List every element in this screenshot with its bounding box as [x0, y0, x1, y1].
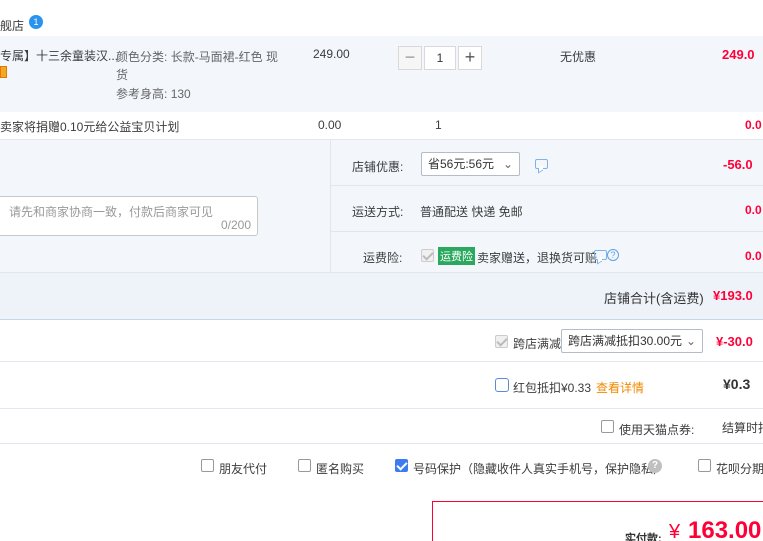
sku-color-value: 长款-马面裙-红色 现 — [170, 50, 279, 64]
redpacket-details-link[interactable]: 查看详情 — [596, 379, 644, 396]
shop-name[interactable]: 舰店 — [0, 17, 24, 34]
chevron-down-icon: ⌄ — [502, 157, 513, 171]
message-placeholder: 请先和商家协商一致，付款后商家可见 — [9, 205, 214, 219]
shop-total-value: ¥193.0 — [713, 288, 753, 303]
divider — [330, 140, 331, 272]
quantity-input[interactable]: 1 — [424, 46, 456, 70]
cross-store-select[interactable]: 跨店满减抵扣30.00元 ⌄ — [561, 329, 703, 353]
tmall-points-note: 结算时扣 — [722, 421, 763, 435]
shipping-amount: 0.0 — [745, 203, 762, 217]
chevron-down-icon: ⌄ — [685, 334, 696, 348]
divider — [0, 408, 763, 409]
cross-store-value: 跨店满减抵扣30.00元 — [568, 334, 683, 348]
sku-height-value: 130 — [170, 87, 191, 101]
item-price: 249.00 — [313, 47, 350, 61]
insurance-tag: 运费险 — [438, 247, 475, 265]
insurance-text: 卖家赠送，退换货可赔 — [477, 251, 598, 265]
shipping-label: 运送方式: — [352, 205, 404, 219]
divider — [330, 185, 763, 186]
quantity-plus-button[interactable]: + — [458, 46, 482, 70]
help-icon[interactable]: ? — [607, 249, 619, 261]
currency-symbol: ¥ — [669, 521, 681, 541]
help-icon[interactable]: ? — [648, 459, 662, 473]
cross-store-checkbox — [495, 335, 508, 348]
charity-subtotal: 0.0 — [745, 118, 762, 132]
shop-total-label: 店铺合计(含运费) — [604, 291, 704, 306]
payment-label: 实付款: — [625, 533, 662, 541]
quantity-minus-button[interactable]: − — [398, 46, 422, 70]
divider — [0, 272, 763, 273]
divider — [0, 319, 763, 320]
shipping-value: 普通配送 快递 免邮 — [420, 205, 523, 219]
shop-chat-badge[interactable]: 1 — [29, 15, 43, 29]
tmall-points-label: 使用天猫点券: — [619, 423, 695, 437]
anonymous-label[interactable]: 匿名购买 — [316, 460, 364, 477]
number-protect-label[interactable]: 号码保护（隐藏收件人真实手机号，保护隐私） — [413, 460, 665, 477]
shop-discount-select[interactable]: 省56元:56元 ⌄ — [421, 152, 520, 176]
divider — [330, 231, 763, 232]
sku-color-cont: 货 — [116, 68, 129, 82]
charity-quantity: 1 — [435, 118, 442, 132]
cross-store-label: 跨店满减 — [513, 337, 562, 351]
huabei-checkbox[interactable] — [698, 459, 711, 472]
huabei-label[interactable]: 花呗分期 — [716, 460, 763, 477]
payment-summary: 实付款: ¥ 163.00 — [432, 501, 763, 541]
tmall-icon — [0, 66, 7, 78]
anonymous-checkbox[interactable] — [298, 459, 311, 472]
item-subtotal: 249.0 — [722, 47, 755, 62]
shop-discount-amount: -56.0 — [723, 157, 753, 172]
friend-pay-label[interactable]: 朋友代付 — [219, 460, 267, 477]
chat-icon[interactable] — [594, 250, 607, 260]
number-protect-checkbox[interactable] — [395, 459, 408, 472]
divider — [0, 443, 763, 444]
insurance-label: 运费险: — [363, 251, 403, 265]
shop-discount-label: 店铺优惠: — [352, 160, 404, 174]
item-promo: 无优惠 — [560, 50, 597, 64]
sku-color: 颜色分类: 长款-马面裙-红色 现 — [116, 48, 278, 65]
friend-pay-checkbox[interactable] — [201, 459, 214, 472]
charity-price: 0.00 — [318, 118, 342, 132]
badge-count: 1 — [33, 17, 39, 27]
sku-color-label: 颜色分类: — [116, 50, 168, 64]
message-counter: 0/200 — [220, 218, 251, 232]
item-title[interactable]: 专属】十三余童装汉... — [0, 47, 118, 64]
chat-icon[interactable] — [535, 159, 548, 169]
sku-height: 参考身高: 130 — [116, 85, 191, 102]
sku-height-label: 参考身高: — [116, 87, 168, 101]
divider — [0, 361, 763, 362]
redpacket-amount: ¥0.3 — [723, 376, 751, 392]
shop-discount-value: 省56元:56元 — [428, 157, 495, 171]
buyer-message-textarea[interactable]: 请先和商家协商一致，付款后商家可见 0/200 — [0, 196, 258, 236]
payment-amount: 163.00 — [688, 517, 762, 541]
tmall-points-checkbox[interactable] — [601, 420, 614, 433]
redpacket-checkbox[interactable] — [495, 378, 509, 392]
insurance-checkbox — [421, 249, 434, 262]
insurance-amount: 0.0 — [745, 249, 762, 263]
redpacket-label: 红包抵扣¥0.33 — [513, 381, 592, 395]
cross-store-amount: ¥-30.0 — [716, 334, 753, 349]
charity-title: 卖家将捐赠0.10元给公益宝贝计划 — [0, 120, 180, 134]
